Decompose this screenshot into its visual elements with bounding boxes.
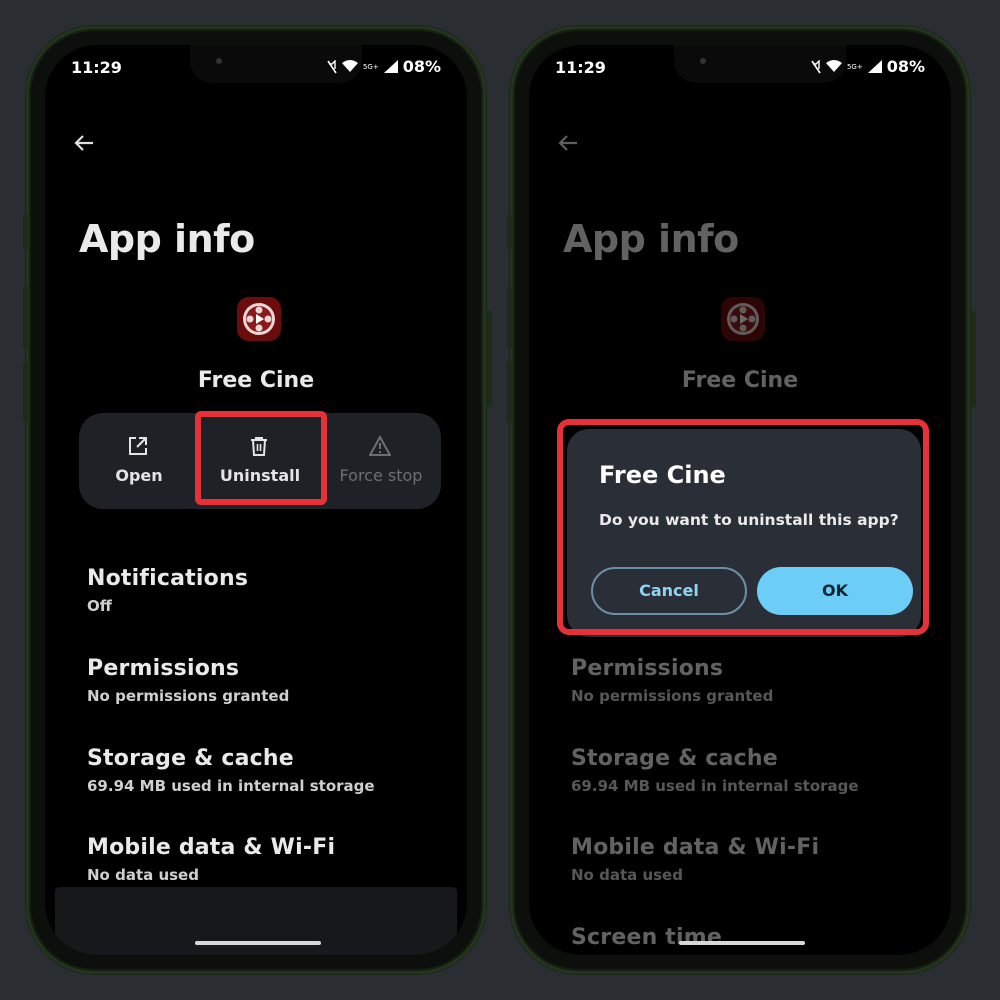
force-stop-button[interactable]: Force stop [321, 413, 441, 509]
mute-icon [327, 59, 337, 73]
setting-storage-cache[interactable]: Storage & cache 69.94 MB used in interna… [87, 746, 375, 795]
setting-title: Permissions [571, 656, 724, 681]
app-icon [721, 297, 765, 341]
uninstall-highlight-box [195, 411, 327, 505]
setting-subtitle: No data used [87, 866, 199, 884]
dialog-highlight-box [557, 419, 929, 635]
volume-down-button [23, 361, 28, 423]
home-indicator[interactable] [195, 941, 321, 945]
app-name: Free Cine [681, 368, 799, 393]
setting-screen-time: Screen time [571, 925, 722, 950]
front-camera [700, 58, 706, 64]
action-button [23, 215, 28, 249]
setting-subtitle: 69.94 MB used in internal storage [571, 777, 859, 795]
setting-subtitle: No permissions granted [571, 687, 774, 705]
setting-notifications[interactable]: Notifications Off [87, 566, 248, 615]
setting-title: Notifications [87, 566, 249, 591]
wifi-icon [341, 60, 358, 72]
screen-app-info: 11:29 5G+ 08% App info Free Cine Open Un… [45, 45, 467, 955]
power-button [487, 311, 492, 407]
setting-subtitle: Off [87, 597, 112, 615]
film-reel-icon [721, 297, 765, 341]
app-icon [237, 297, 281, 341]
open-label: Open [115, 466, 163, 485]
battery-level: 08% [886, 57, 925, 76]
open-button[interactable]: Open [79, 413, 199, 509]
mute-icon [811, 59, 821, 73]
battery-level: 08% [402, 57, 441, 76]
status-time: 11:29 [71, 58, 122, 77]
setting-permissions[interactable]: Permissions No permissions granted [87, 656, 289, 705]
page-title: App info [563, 217, 739, 261]
setting-permissions: Permissions No permissions granted [571, 656, 773, 705]
setting-title: Screen time [571, 925, 723, 950]
phone-left: 11:29 5G+ 08% App info Free Cine Open Un… [23, 26, 492, 974]
back-arrow-icon[interactable] [73, 133, 95, 153]
signal-icon [383, 60, 398, 73]
phone-right: 11:29 5G+ 08% App info Free Cine Permiss… [507, 26, 976, 974]
setting-subtitle: No data used [571, 866, 683, 884]
force-stop-label: Force stop [339, 466, 423, 485]
setting-title: Storage & cache [571, 746, 778, 771]
film-reel-icon [237, 297, 281, 341]
power-button [971, 311, 976, 407]
volume-down-button [507, 361, 512, 423]
volume-up-button [23, 287, 28, 349]
setting-title: Mobile data & Wi-Fi [571, 835, 820, 860]
setting-subtitle: No permissions granted [87, 687, 290, 705]
open-external-icon [129, 437, 147, 455]
warning-icon [369, 435, 391, 456]
app-name: Free Cine [197, 368, 315, 393]
setting-mobile-data-wifi: Mobile data & Wi-Fi No data used [571, 835, 819, 884]
front-camera [216, 58, 222, 64]
status-time: 11:29 [555, 58, 606, 77]
status-icons: 5G+ 08% [327, 57, 441, 76]
status-icons: 5G+ 08% [811, 57, 925, 76]
back-arrow-icon [558, 135, 577, 151]
setting-title: Mobile data & Wi-Fi [87, 835, 336, 860]
home-indicator[interactable] [679, 941, 805, 945]
page-title: App info [79, 217, 255, 261]
setting-title: Permissions [87, 656, 240, 681]
setting-mobile-data-wifi[interactable]: Mobile data & Wi-Fi No data used [87, 835, 335, 884]
wifi-icon [825, 60, 842, 72]
network-label: 5G+ [362, 62, 379, 71]
setting-storage-cache: Storage & cache 69.94 MB used in interna… [571, 746, 859, 795]
signal-icon [867, 60, 882, 73]
screen-uninstall-dialog: 11:29 5G+ 08% App info Free Cine Permiss… [529, 45, 951, 955]
action-button [507, 215, 512, 249]
setting-title: Storage & cache [87, 746, 294, 771]
volume-up-button [507, 287, 512, 349]
setting-subtitle: 69.94 MB used in internal storage [87, 777, 375, 795]
network-label: 5G+ [846, 62, 863, 71]
